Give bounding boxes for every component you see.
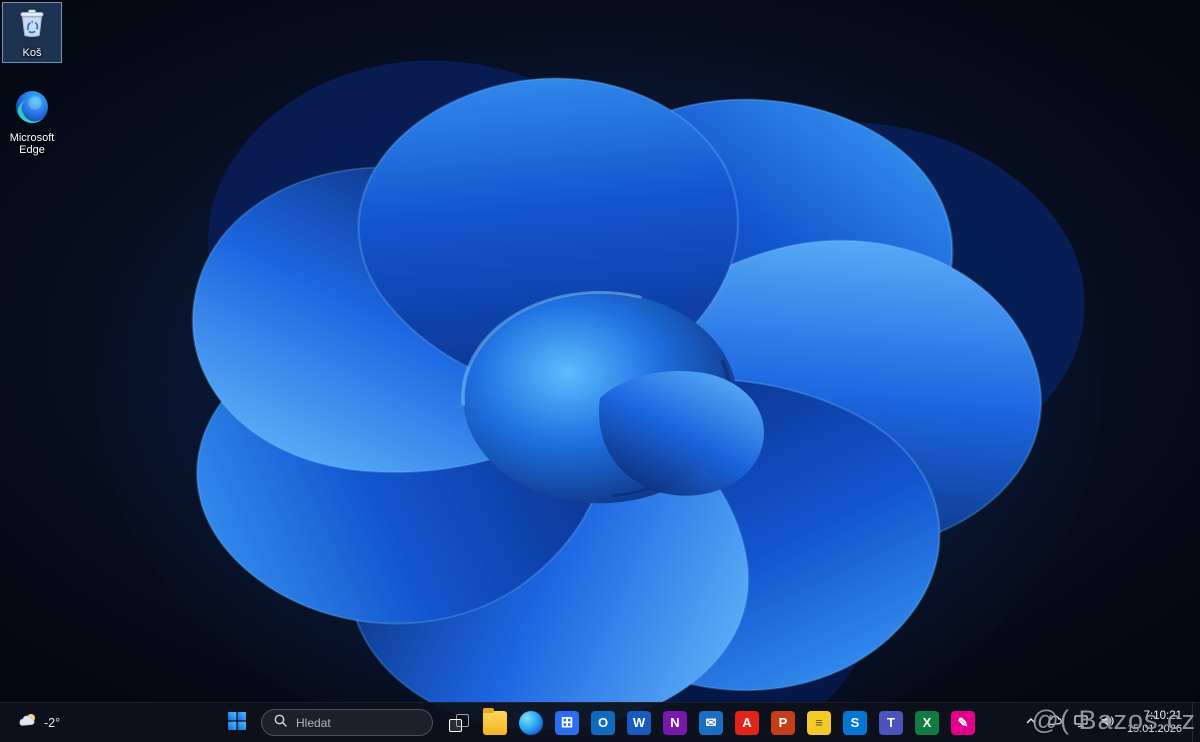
recycle-bin-icon	[15, 6, 49, 45]
windows-logo-icon	[228, 712, 246, 733]
mail-icon: ✉	[699, 710, 723, 735]
taskbar-app-edge[interactable]	[514, 706, 548, 740]
word-icon: W	[627, 710, 651, 735]
taskbar-search[interactable]	[261, 709, 433, 736]
sticky-notes-icon: ≡	[807, 710, 831, 735]
clock-time: 7:10:21	[1143, 709, 1182, 722]
task-view-icon	[447, 711, 471, 735]
network-button[interactable]	[1068, 707, 1094, 739]
search-input[interactable]	[294, 714, 414, 731]
taskbar-app-acrobat[interactable]: A	[730, 706, 764, 740]
taskbar: -2° Hledat ⊞ O W N ✉ A P ≡ S T X ✎ 7:10:…	[0, 702, 1200, 742]
volume-icon	[1099, 713, 1115, 732]
skype-icon: S	[843, 710, 867, 735]
excel-icon: X	[915, 710, 939, 735]
taskbar-app-mail[interactable]: ✉	[694, 706, 728, 740]
powerpoint-icon: P	[771, 710, 795, 735]
taskbar-app-onenote[interactable]: N	[658, 706, 692, 740]
taskbar-apps: ⊞ O W N ✉ A P ≡ S T X ✎	[441, 706, 981, 740]
desktop: Koš Microsoft Edge -2° Hledat ⊞ O W N ✉ …	[0, 0, 1200, 742]
weather-widget[interactable]: -2°	[10, 706, 68, 740]
taskbar-app-task-view[interactable]	[442, 706, 476, 740]
acrobat-icon: A	[735, 710, 759, 735]
taskbar-app-skype[interactable]: S	[838, 706, 872, 740]
desktop-icon-edge[interactable]: Microsoft Edge	[2, 85, 62, 160]
taskbar-app-outlook[interactable]: O	[586, 706, 620, 740]
desktop-icon-label: Microsoft Edge	[9, 131, 55, 157]
weather-icon	[18, 711, 38, 734]
paint-icon: ✎	[951, 710, 975, 735]
desktop-icon-label: Koš	[22, 47, 42, 59]
taskbar-app-powerpoint[interactable]: P	[766, 706, 800, 740]
edge-icon	[519, 710, 543, 735]
desktop-icons: Koš Microsoft Edge	[2, 2, 62, 160]
chevron-up-icon	[1025, 715, 1037, 730]
taskbar-left: -2°	[0, 703, 78, 742]
taskbar-app-file-explorer[interactable]	[478, 706, 512, 740]
taskbar-app-word[interactable]: W	[622, 706, 656, 740]
taskbar-app-excel[interactable]: X	[910, 706, 944, 740]
taskbar-app-teams[interactable]: T	[874, 706, 908, 740]
search-icon	[274, 714, 287, 732]
teams-icon: T	[879, 710, 903, 735]
taskbar-app-paint[interactable]: ✎	[946, 706, 980, 740]
cloud-icon	[1047, 713, 1063, 732]
taskbar-center: ⊞ OWN ✉ AP ≡ STX ✎	[219, 703, 981, 742]
weather-temp: -2°	[44, 715, 61, 730]
onenote-icon: N	[663, 710, 687, 735]
outlook-icon: O	[591, 710, 615, 735]
start-button[interactable]	[220, 706, 254, 740]
edge-icon	[14, 89, 50, 130]
wallpaper	[100, 18, 1161, 742]
taskbar-right: 7:10:21 15.01.2026	[1020, 703, 1200, 742]
show-desktop-button[interactable]	[1192, 703, 1198, 742]
taskbar-app-sticky-notes[interactable]: ≡	[802, 706, 836, 740]
volume-button[interactable]	[1094, 707, 1120, 739]
tray-cloud-button[interactable]	[1042, 707, 1068, 739]
hidden-icons-button[interactable]	[1020, 707, 1042, 739]
desktop-icon-recycle-bin[interactable]: Koš	[2, 2, 62, 63]
clock-date: 15.01.2026	[1126, 723, 1182, 736]
taskbar-app-store[interactable]: ⊞	[550, 706, 584, 740]
file-explorer-icon	[483, 707, 507, 735]
network-icon	[1073, 713, 1089, 732]
store-icon: ⊞	[555, 710, 579, 735]
clock[interactable]: 7:10:21 15.01.2026	[1120, 706, 1192, 740]
